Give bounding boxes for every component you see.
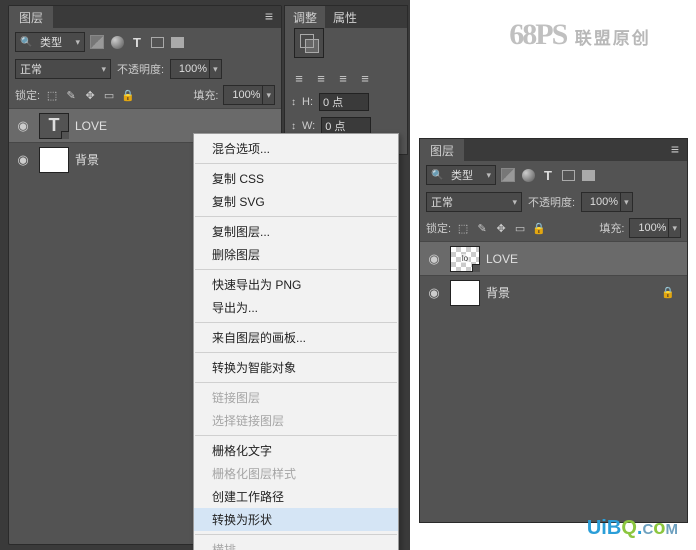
- filter-row: 🔍 类型 ▾ T: [9, 28, 281, 56]
- tab-adjustments[interactable]: 调整: [285, 6, 325, 28]
- align-right-icon[interactable]: ≡: [335, 70, 351, 86]
- panel-tab-row: 图层 ≡: [9, 6, 281, 28]
- layer-thumbnail-text[interactable]: T: [39, 113, 69, 139]
- layer-context-menu: 混合选项... 复制 CSS 复制 SVG 复制图层... 删除图层 快速导出为…: [193, 133, 399, 550]
- visibility-icon[interactable]: ◉: [424, 285, 444, 301]
- blend-row: 正常 ▾ 不透明度: ▾: [9, 56, 281, 82]
- h-label: H:: [302, 96, 313, 108]
- layer-row[interactable]: ◉ 背景 🔒: [420, 275, 687, 309]
- panel-menu-icon[interactable]: ≡: [663, 139, 687, 161]
- fill-field[interactable]: ▾: [223, 85, 275, 105]
- lock-row: 锁定: ⬚ ✎ ✥ ▭ 🔒 填充: ▾: [420, 215, 687, 241]
- opacity-field[interactable]: ▾: [581, 192, 633, 212]
- visibility-icon[interactable]: ◉: [13, 152, 33, 168]
- layer-name[interactable]: 背景: [486, 284, 653, 301]
- layers-list: ◉ lo LOVE ◉ 背景 🔒: [420, 241, 687, 309]
- layer-thumbnail[interactable]: [39, 147, 69, 173]
- watermark-logo: 68PS 联盟原创: [490, 18, 670, 52]
- blend-row: 正常 ▾ 不透明度: ▾: [420, 189, 687, 215]
- layer-row[interactable]: ◉ lo LOVE: [420, 241, 687, 275]
- align-center-icon[interactable]: ≡: [313, 70, 329, 86]
- lock-all-icon[interactable]: 🔒: [121, 88, 135, 102]
- menu-link-layers: 链接图层: [194, 386, 398, 409]
- layers-panel-right: 图层 ≡ 🔍 类型 ▾ T 正常 ▾ 不透明度: ▾: [419, 138, 688, 523]
- opacity-label: 不透明度:: [528, 194, 575, 210]
- filter-text-icon[interactable]: T: [540, 167, 556, 183]
- lock-row: 锁定: ⬚ ✎ ✥ ▭ 🔒 填充: ▾: [9, 82, 281, 108]
- kind-select[interactable]: 🔍 类型 ▾: [15, 32, 85, 52]
- lock-position-icon[interactable]: ✥: [494, 221, 508, 235]
- kind-select[interactable]: 🔍 类型 ▾: [426, 165, 496, 185]
- tab-properties[interactable]: 属性: [325, 6, 365, 28]
- menu-rasterize-style: 栅格化图层样式: [194, 462, 398, 485]
- fill-field[interactable]: ▾: [629, 218, 681, 238]
- lock-pixels-icon[interactable]: ⬚: [45, 88, 59, 102]
- menu-artboard-from-layers[interactable]: 来自图层的画板...: [194, 326, 398, 349]
- menu-select-linked: 选择链接图层: [194, 409, 398, 432]
- filter-row: 🔍 类型 ▾ T: [420, 161, 687, 189]
- filter-adjust-icon[interactable]: [520, 167, 536, 183]
- filter-image-icon[interactable]: [89, 34, 105, 50]
- align-left-icon[interactable]: ≡: [291, 70, 307, 86]
- h-input[interactable]: [319, 93, 369, 111]
- lock-pixels-icon[interactable]: ⬚: [456, 221, 470, 235]
- lock-all-icon[interactable]: 🔒: [532, 221, 546, 235]
- menu-convert-smart-object[interactable]: 转换为智能对象: [194, 356, 398, 379]
- opacity-input[interactable]: [171, 63, 209, 75]
- align-row: ≡ ≡ ≡ ≡: [285, 66, 407, 90]
- panel-tab-row: 图层 ≡: [420, 139, 687, 161]
- menu-delete-layer[interactable]: 删除图层: [194, 243, 398, 266]
- lock-label: 锁定:: [426, 220, 451, 236]
- lock-artboard-icon[interactable]: ▭: [102, 88, 116, 102]
- layer-thumbnail-shape[interactable]: lo: [450, 246, 480, 272]
- layer-name[interactable]: LOVE: [75, 119, 277, 133]
- align-justify-icon[interactable]: ≡: [357, 70, 373, 86]
- filter-smart-icon[interactable]: [169, 34, 185, 50]
- opacity-label: 不透明度:: [117, 61, 164, 77]
- menu-convert-to-shape[interactable]: 转换为形状: [194, 508, 398, 531]
- kind-label: 类型: [40, 34, 62, 50]
- visibility-icon[interactable]: ◉: [13, 118, 33, 134]
- swap-icon[interactable]: [294, 28, 324, 58]
- filter-smart-icon[interactable]: [580, 167, 596, 183]
- lock-label: 锁定:: [15, 87, 40, 103]
- tab-layers[interactable]: 图层: [420, 139, 464, 161]
- lock-position-icon[interactable]: ✥: [83, 88, 97, 102]
- w-label: W:: [302, 120, 315, 132]
- menu-create-work-path[interactable]: 创建工作路径: [194, 485, 398, 508]
- opacity-field[interactable]: ▾: [170, 59, 222, 79]
- visibility-icon[interactable]: ◉: [424, 251, 444, 267]
- menu-duplicate-layer[interactable]: 复制图层...: [194, 220, 398, 243]
- layer-thumbnail[interactable]: [450, 280, 480, 306]
- menu-rasterize-type[interactable]: 栅格化文字: [194, 439, 398, 462]
- lock-brush-icon[interactable]: ✎: [475, 221, 489, 235]
- kind-label: 类型: [451, 167, 473, 183]
- fill-input[interactable]: [224, 89, 262, 101]
- menu-quick-export-png[interactable]: 快速导出为 PNG: [194, 273, 398, 296]
- fill-label: 填充:: [599, 220, 624, 236]
- tab-layers[interactable]: 图层: [9, 6, 53, 28]
- fill-input[interactable]: [630, 222, 668, 234]
- filter-shape-icon[interactable]: [560, 167, 576, 183]
- lock-artboard-icon[interactable]: ▭: [513, 221, 527, 235]
- opacity-input[interactable]: [582, 196, 620, 208]
- blend-mode-select[interactable]: 正常 ▾: [15, 59, 111, 79]
- lock-icon: 🔒: [653, 286, 683, 299]
- blend-mode-select[interactable]: 正常 ▾: [426, 192, 522, 212]
- filter-adjust-icon[interactable]: [109, 34, 125, 50]
- menu-export-as[interactable]: 导出为...: [194, 296, 398, 319]
- menu-copy-css[interactable]: 复制 CSS: [194, 167, 398, 190]
- menu-copy-svg[interactable]: 复制 SVG: [194, 190, 398, 213]
- filter-text-icon[interactable]: T: [129, 34, 145, 50]
- layer-name[interactable]: LOVE: [486, 252, 683, 266]
- footer-watermark: UiBQ.CoM: [587, 517, 678, 540]
- menu-blending-options[interactable]: 混合选项...: [194, 137, 398, 160]
- menu-horizontal: 横排: [194, 538, 398, 550]
- fill-label: 填充:: [193, 87, 218, 103]
- panel-menu-icon[interactable]: ≡: [257, 6, 281, 28]
- filter-shape-icon[interactable]: [149, 34, 165, 50]
- filter-image-icon[interactable]: [500, 167, 516, 183]
- lock-brush-icon[interactable]: ✎: [64, 88, 78, 102]
